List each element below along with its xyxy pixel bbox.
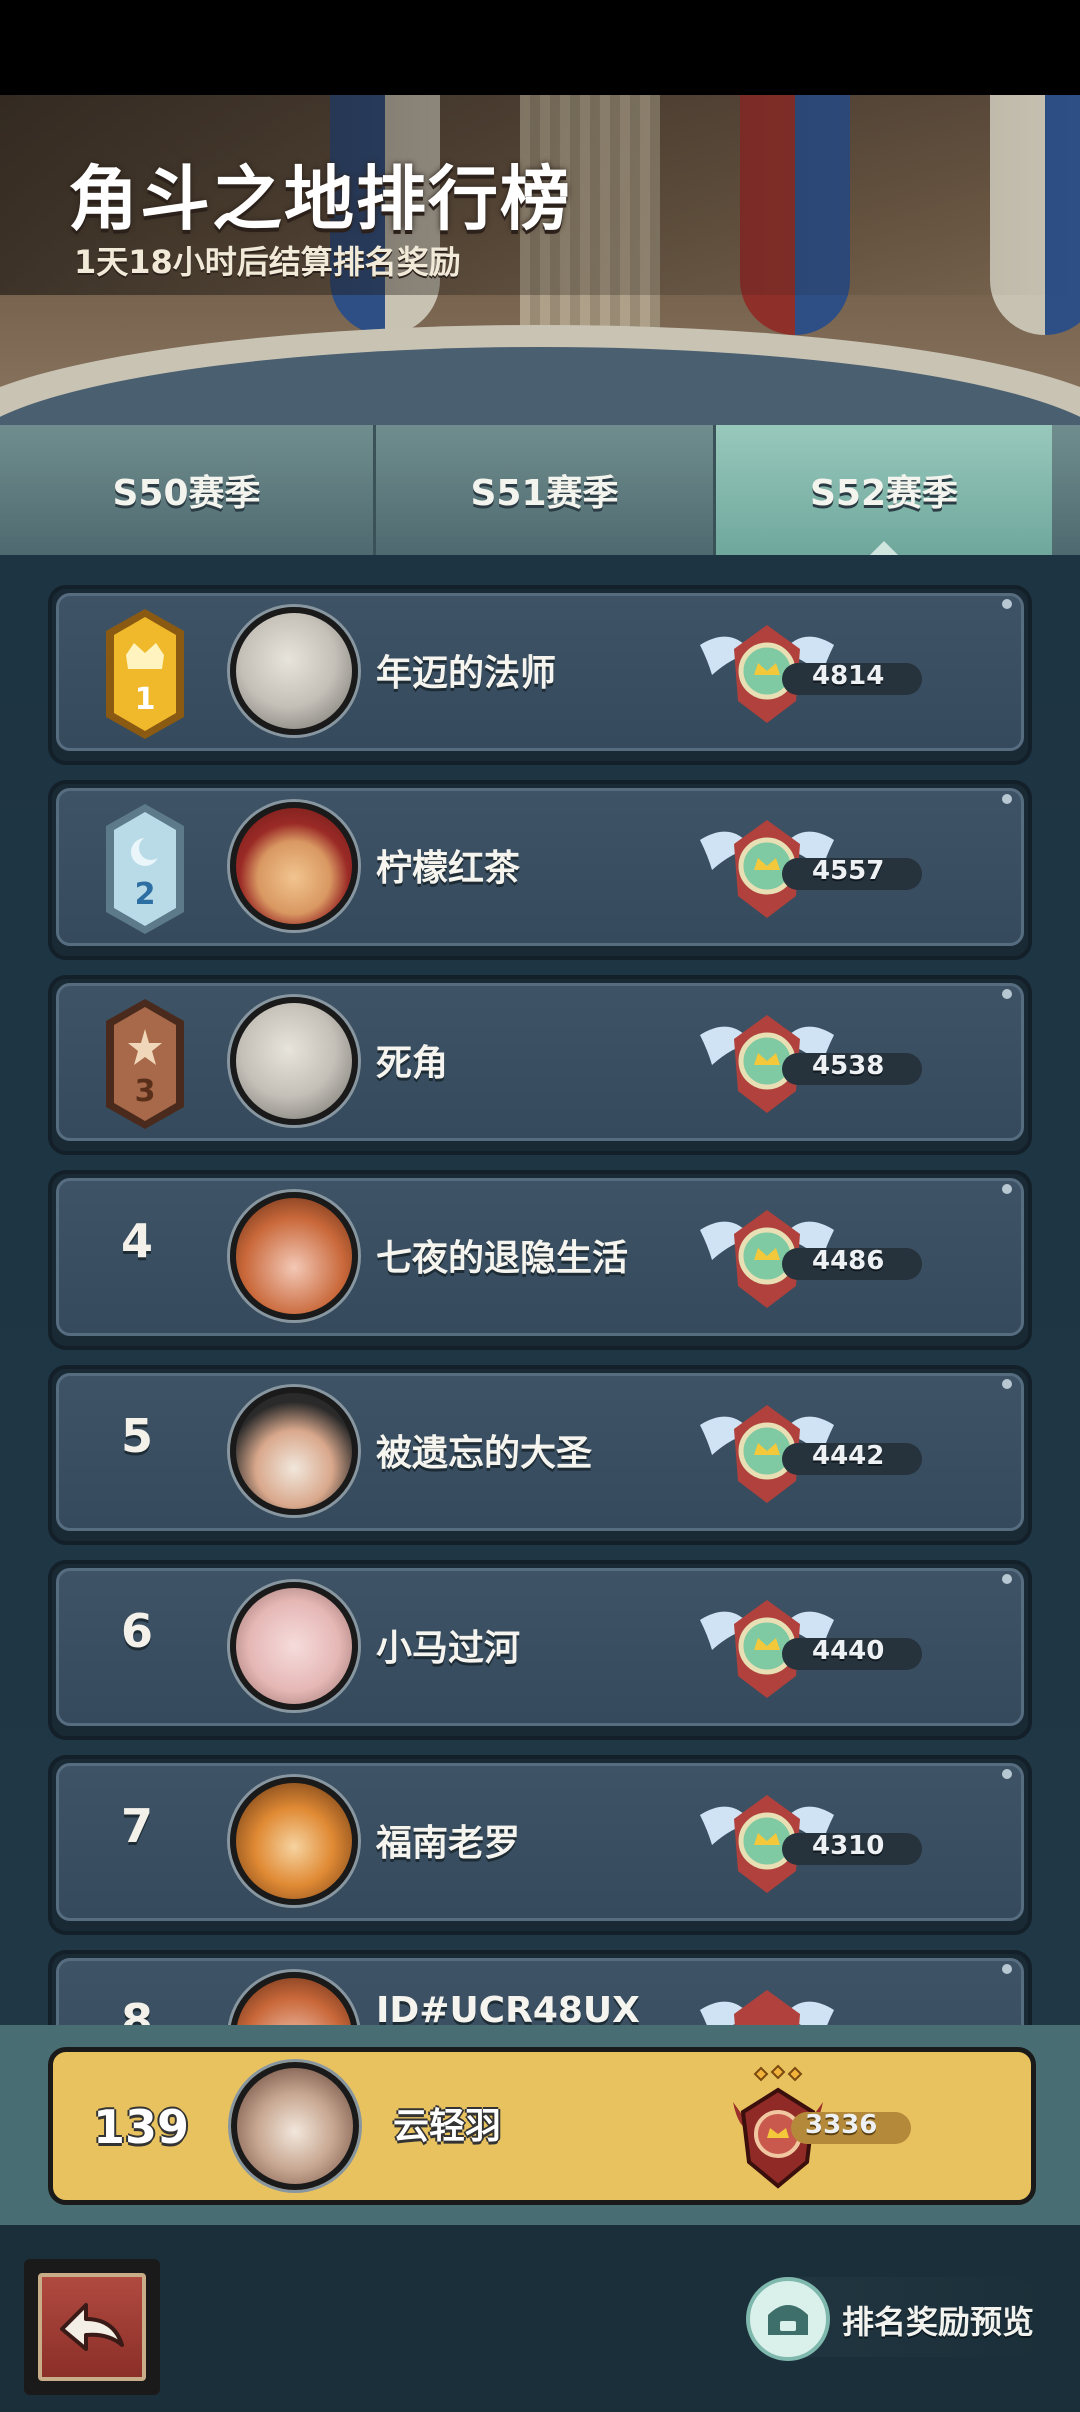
score: 4557: [812, 856, 885, 886]
avatar[interactable]: [230, 1582, 358, 1710]
player-name: 死角: [376, 1043, 449, 1084]
player-name: 被遗忘的大圣: [376, 1433, 593, 1474]
player-name: 七夜的退隐生活: [376, 1238, 629, 1279]
leaderboard-row[interactable]: 6 小马过河 4440: [48, 1560, 1032, 1740]
svg-text:1: 1: [135, 682, 156, 717]
tab-s50[interactable]: S50赛季: [0, 425, 376, 555]
score: 4440: [812, 1636, 885, 1666]
avatar[interactable]: [230, 1192, 358, 1320]
score: 4486: [812, 1246, 885, 1276]
avatar[interactable]: [230, 607, 358, 735]
my-avatar[interactable]: [231, 2062, 359, 2190]
leaderboard-row[interactable]: 5 被遗忘的大圣 4442: [48, 1365, 1032, 1545]
player-name: ID#UCR48UX: [376, 1990, 640, 2025]
svg-text:3: 3: [135, 1074, 156, 1109]
rank-number: 7: [120, 1799, 153, 1853]
score: 4442: [812, 1441, 885, 1471]
back-arrow-icon: [60, 2303, 124, 2351]
reward-preview-label[interactable]: 排名奖励预览: [842, 2297, 1034, 2343]
reward-chest-icon[interactable]: [746, 2277, 830, 2361]
leaderboard-row[interactable]: 1 年迈的法师 4814: [48, 585, 1032, 765]
my-rank-number: 139: [93, 2100, 190, 2154]
tab-s51[interactable]: S51赛季: [376, 425, 716, 555]
my-ranking-row[interactable]: 139 云轻羽 3336: [48, 2047, 1036, 2205]
bronze-star-badge-icon: 3: [106, 999, 184, 1129]
leaderboard-row[interactable]: 7 福南老罗 4310: [48, 1755, 1032, 1935]
score: 4310: [812, 1831, 885, 1861]
season-tabs: S50赛季 S51赛季 S52赛季: [0, 425, 1080, 557]
tab-s52[interactable]: S52赛季: [716, 425, 1052, 557]
rank-number: 4: [120, 1214, 153, 1268]
winged-rank-emblem-icon: [700, 1990, 834, 2025]
player-name: 小马过河: [376, 1628, 521, 1669]
player-name: 福南老罗: [376, 1823, 521, 1864]
avatar[interactable]: [230, 1387, 358, 1515]
score: 4814: [812, 661, 885, 691]
my-score: 3336: [805, 2110, 878, 2140]
bottom-bar: 排名奖励预览: [0, 2225, 1080, 2412]
svg-text:2: 2: [135, 877, 156, 912]
rank-number: 6: [120, 1604, 153, 1658]
player-name: 柠檬红茶: [376, 848, 521, 889]
rank-number: 5: [120, 1409, 153, 1463]
leaderboard-row[interactable]: 4 七夜的退隐生活 4486: [48, 1170, 1032, 1350]
settlement-countdown: 1天18小时后结算排名奖励: [74, 243, 461, 281]
leaderboard-list[interactable]: 1 年迈的法师 4814 2 柠檬红茶 4557 3 死角 4538 4 七夜的…: [0, 555, 1080, 2025]
rank-number: 8: [120, 1994, 153, 2025]
status-bar: [0, 0, 1080, 95]
leaderboard-row[interactable]: 2 柠檬红茶 4557: [48, 780, 1032, 960]
avatar[interactable]: [230, 997, 358, 1125]
avatar[interactable]: [230, 802, 358, 930]
player-name: 年迈的法师: [376, 653, 557, 694]
silver-moon-badge-icon: 2: [106, 804, 184, 934]
avatar[interactable]: [230, 1777, 358, 1905]
page-title: 角斗之地排行榜: [68, 158, 572, 240]
back-button[interactable]: [24, 2259, 160, 2395]
score: 4538: [812, 1051, 885, 1081]
gold-crown-badge-icon: 1: [106, 609, 184, 739]
header-banner: 角斗之地排行榜 1天18小时后结算排名奖励: [0, 95, 1080, 425]
leaderboard-row[interactable]: 8 ID#UCR48UX: [48, 1950, 1032, 2025]
leaderboard-row[interactable]: 3 死角 4538: [48, 975, 1032, 1155]
my-ranking-bar: 139 云轻羽 3336: [0, 2025, 1080, 2225]
my-player-name: 云轻羽: [393, 2106, 502, 2147]
